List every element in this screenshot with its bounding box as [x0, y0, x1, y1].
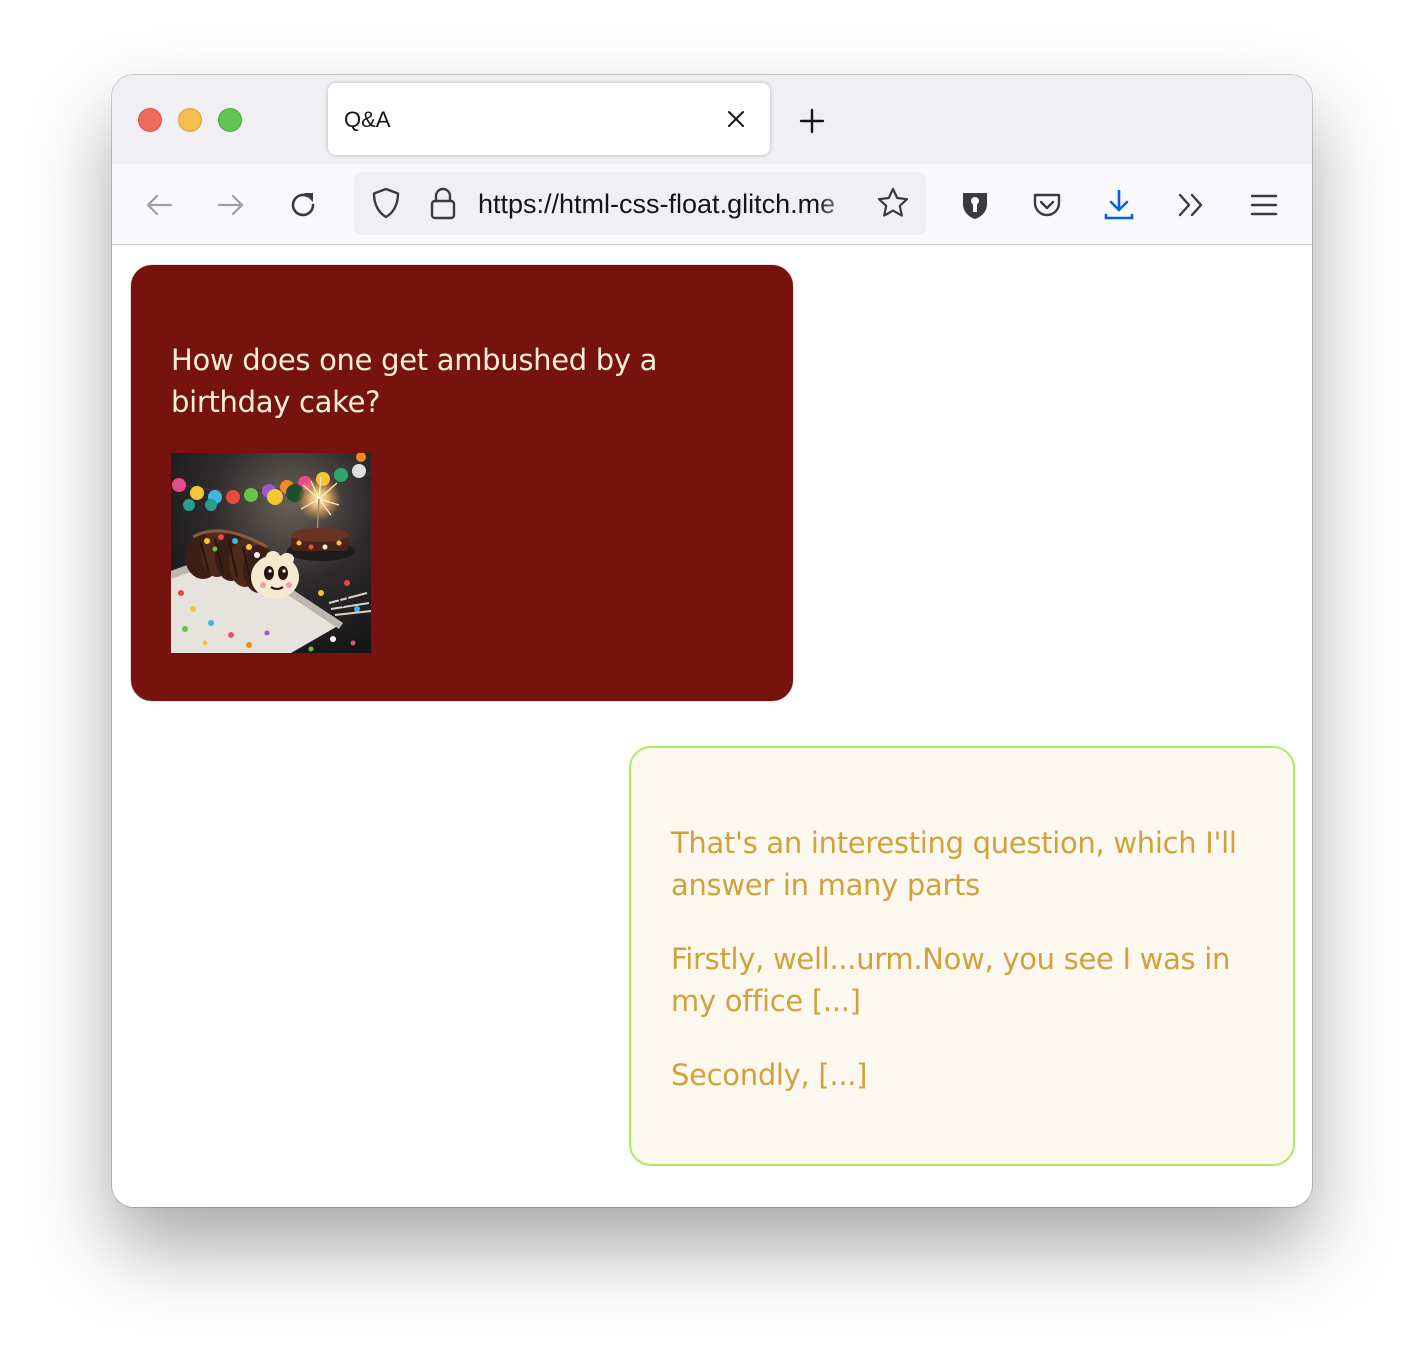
lock-icon[interactable]: [426, 185, 460, 221]
password-manager-icon[interactable]: [958, 188, 992, 222]
answer-paragraph: That's an interesting question, which I'…: [671, 826, 1237, 902]
tab-strip: Q&A: [112, 75, 1312, 164]
url-text[interactable]: https://html-css-float.glitch.me: [478, 189, 862, 220]
overflow-chevrons-icon[interactable]: [1174, 188, 1208, 222]
hamburger-menu-icon[interactable]: [1247, 188, 1281, 222]
page-content: How does one get ambushed by a birthday …: [112, 245, 1312, 1207]
pocket-icon[interactable]: [1030, 188, 1064, 222]
tab-qa[interactable]: Q&A: [328, 83, 770, 155]
tab-title: Q&A: [344, 107, 391, 132]
zoom-window-button[interactable]: [218, 108, 242, 132]
new-tab-plus-icon[interactable]: [798, 107, 826, 135]
answer-paragraph: Secondly, [...]: [671, 1058, 868, 1092]
download-icon[interactable]: [1102, 188, 1136, 222]
url-bar[interactable]: https://html-css-float.glitch.me: [354, 172, 926, 235]
bookmark-star-icon[interactable]: [876, 186, 910, 220]
reload-icon[interactable]: [286, 188, 320, 222]
question-text: How does one get ambushed by a birthday …: [171, 343, 658, 419]
tracking-shield-icon[interactable]: [369, 186, 403, 220]
navigation-toolbar: https://html-css-float.glitch.me: [112, 164, 1312, 245]
close-window-button[interactable]: [138, 108, 162, 132]
answer-card: That's an interesting question, which I'…: [629, 746, 1295, 1166]
back-arrow-icon[interactable]: [142, 188, 176, 222]
question-card: How does one get ambushed by a birthday …: [130, 264, 794, 702]
caterpillar-cake-image: [171, 453, 371, 653]
close-icon[interactable]: [724, 107, 748, 131]
browser-window: Q&A https://html-css-float.glitch.me How…: [112, 75, 1312, 1207]
minimize-window-button[interactable]: [178, 108, 202, 132]
answer-paragraph: Firstly, well...urm.Now, you see I was i…: [671, 942, 1231, 1018]
forward-arrow-icon[interactable]: [214, 188, 248, 222]
